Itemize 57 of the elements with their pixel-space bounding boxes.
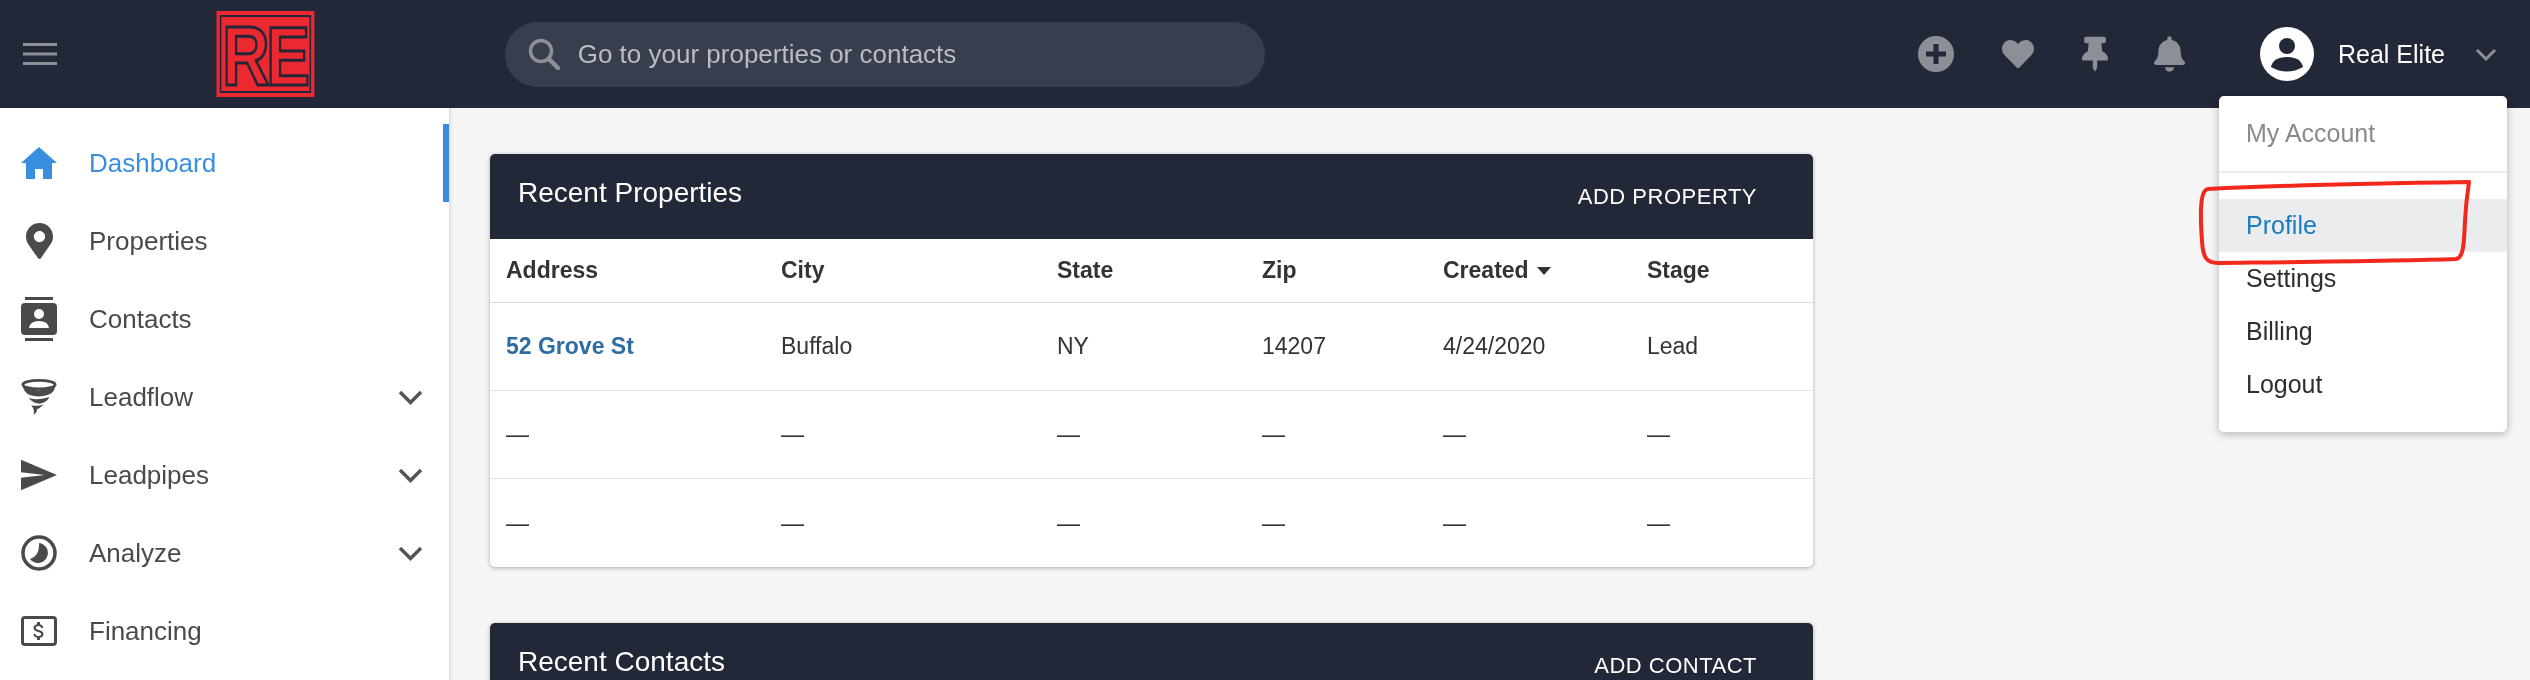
add-button[interactable]: ADD CONTACT bbox=[1578, 642, 1773, 680]
heart-icon[interactable] bbox=[2000, 38, 2036, 70]
table-cell-text: — bbox=[780, 420, 805, 449]
menu-header: My Account bbox=[2219, 96, 2507, 173]
table-cell-text: 14207 bbox=[1261, 332, 1327, 361]
column-header[interactable]: Address bbox=[490, 239, 765, 302]
table-cell-text: — bbox=[505, 508, 530, 538]
sidebar-item[interactable]: Contacts bbox=[0, 280, 449, 358]
table-cell-text: 4/24/2020 bbox=[1442, 332, 1547, 361]
table-cell-text: Lead bbox=[1646, 332, 1700, 361]
column-header[interactable]: Created bbox=[1427, 239, 1631, 302]
card-title: Recent Properties bbox=[518, 176, 743, 209]
dollar-icon bbox=[21, 616, 57, 646]
address-link[interactable]: 52 Grove St bbox=[506, 333, 634, 360]
menu-item[interactable]: Profile bbox=[2219, 199, 2507, 252]
table-cell-text: — bbox=[505, 420, 530, 449]
table-cell-text: — bbox=[1261, 420, 1286, 449]
sidebar-item[interactable]: Properties bbox=[0, 202, 449, 280]
column-header[interactable]: Zip bbox=[1246, 239, 1427, 302]
sidebar-item[interactable]: Leadpipes bbox=[0, 436, 449, 514]
table-cell-text: — bbox=[1442, 420, 1467, 449]
user-avatar-icon bbox=[2260, 27, 2314, 81]
menu-icon[interactable] bbox=[23, 43, 57, 65]
menu-item[interactable]: Logout bbox=[2219, 358, 2507, 411]
sidebar-item[interactable]: Leadflow bbox=[0, 358, 449, 436]
sidebar-item[interactable]: Financing bbox=[0, 592, 449, 670]
map-pin-icon bbox=[25, 223, 53, 259]
add-button[interactable]: ADD PROPERTY bbox=[1561, 173, 1773, 220]
column-header[interactable]: City bbox=[765, 239, 1041, 302]
search-input[interactable]: Go to your properties or contacts bbox=[577, 34, 1241, 74]
add-icon[interactable] bbox=[1918, 36, 1954, 72]
account-menu-button[interactable]: Real Elite bbox=[2260, 27, 2497, 81]
table-cell-text: — bbox=[1056, 508, 1081, 538]
contact-card-icon bbox=[21, 297, 57, 341]
card-title: Recent Contacts bbox=[518, 645, 725, 678]
table-cell-text: — bbox=[1056, 420, 1081, 449]
table-cell-text: Buffalo bbox=[780, 332, 854, 361]
menu-item[interactable]: Settings bbox=[2219, 252, 2507, 305]
table-cell-text: — bbox=[1261, 508, 1286, 538]
column-header[interactable]: Stage bbox=[1631, 239, 1813, 302]
table-cell-text: NY bbox=[1056, 332, 1090, 361]
pie-chart-icon bbox=[21, 535, 57, 571]
table-cell-text: — bbox=[1646, 508, 1671, 538]
home-icon bbox=[21, 147, 57, 179]
pin-icon[interactable] bbox=[2082, 36, 2108, 72]
table-cell-text: — bbox=[780, 508, 805, 538]
table-cell-text: — bbox=[1646, 420, 1671, 449]
chevron-down-icon bbox=[2475, 47, 2497, 61]
search-field[interactable]: Go to your properties or contacts bbox=[504, 21, 1265, 87]
bell-icon[interactable] bbox=[2154, 36, 2185, 72]
tornado-icon bbox=[21, 378, 57, 416]
paper-plane-icon bbox=[21, 459, 57, 491]
sidebar-item[interactable]: Analyze bbox=[0, 514, 449, 592]
table-cell-text: — bbox=[1442, 508, 1467, 538]
menu-item[interactable]: Billing bbox=[2219, 305, 2507, 358]
column-header[interactable]: State bbox=[1041, 239, 1246, 302]
search-icon bbox=[527, 38, 560, 70]
